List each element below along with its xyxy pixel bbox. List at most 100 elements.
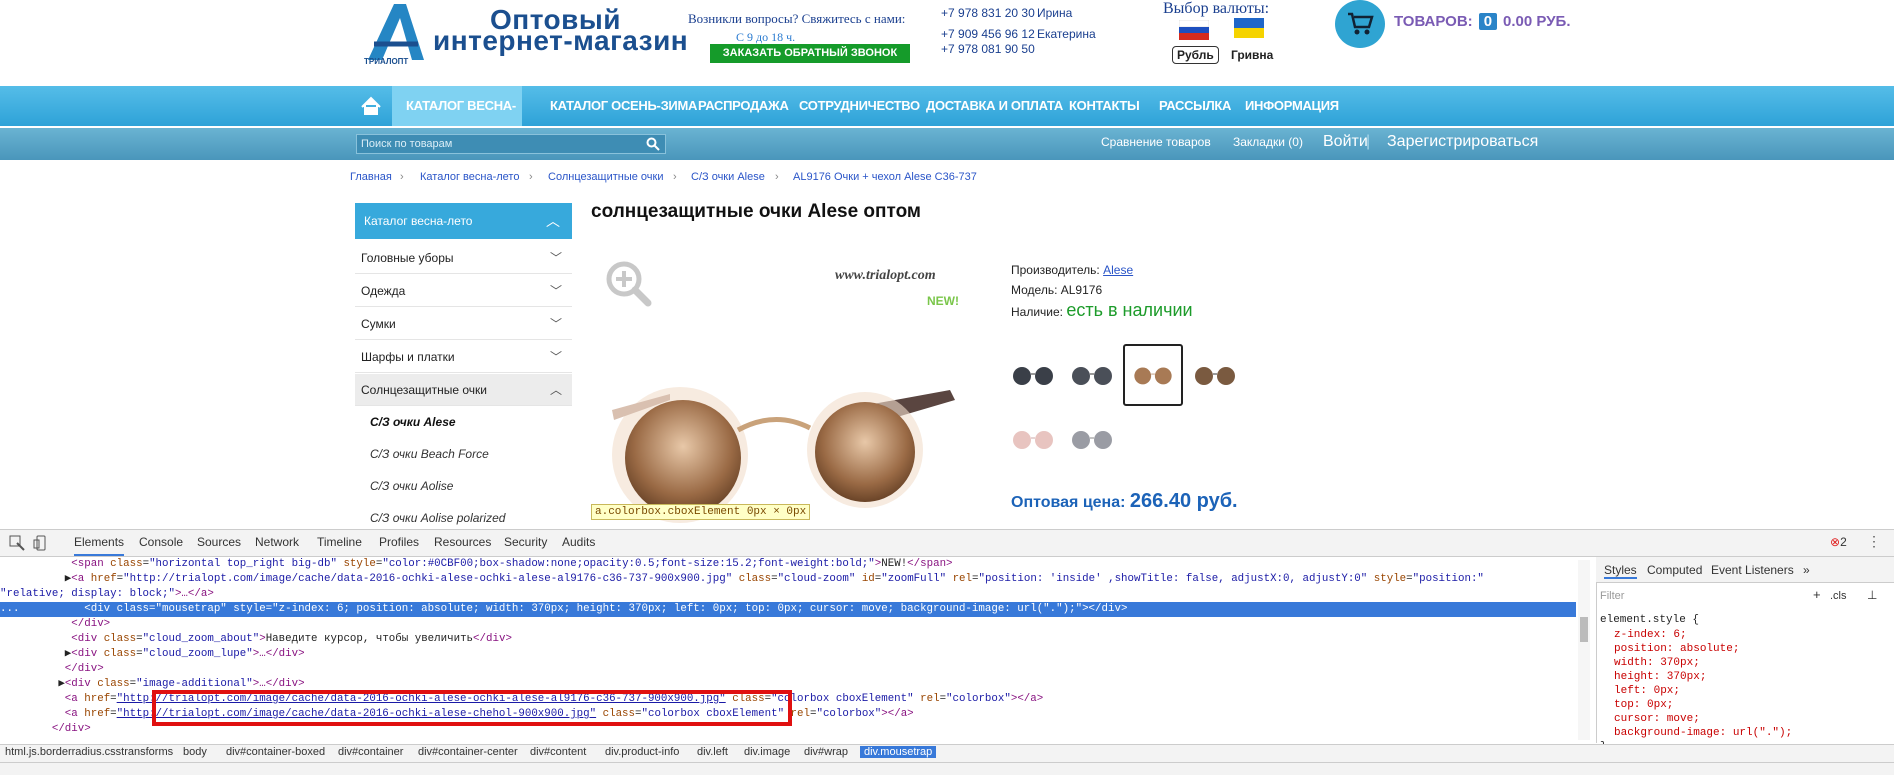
- dom-line[interactable]: </div>: [0, 662, 1576, 677]
- dom-line[interactable]: ▶<div class="cloud_zoom_lupe">…</div>: [0, 647, 1576, 662]
- dom-line-selected[interactable]: ... <div class="mousetrap" style="z-inde…: [0, 602, 1576, 617]
- dom-crumb-active[interactable]: div.mousetrap: [860, 746, 937, 758]
- dom-crumb[interactable]: html.js.borderradius.csstransforms: [5, 746, 173, 758]
- product-thumbnail[interactable]: [1005, 346, 1061, 404]
- product-thumbnail-selected[interactable]: [1123, 344, 1183, 406]
- product-thumbnail[interactable]: [1005, 410, 1061, 468]
- css-property[interactable]: z-index: 6;: [1614, 629, 1687, 641]
- compare-link[interactable]: Сравнение товаров: [1101, 135, 1211, 149]
- dom-crumb[interactable]: div.image: [744, 746, 790, 758]
- cls-button[interactable]: .cls: [1830, 590, 1847, 602]
- devtools-tab-security[interactable]: Security: [504, 535, 547, 549]
- zoom-icon[interactable]: [604, 259, 652, 307]
- sidebar-item-sunglasses[interactable]: Солнцезащитные очки ︿: [355, 374, 572, 406]
- devtools-tab-audits[interactable]: Audits: [562, 535, 595, 549]
- sidebar-item-hats[interactable]: Головные уборы ﹀: [355, 242, 572, 274]
- dom-crumb[interactable]: div#container: [338, 746, 403, 758]
- css-property[interactable]: left: 0px;: [1614, 685, 1680, 697]
- css-property[interactable]: cursor: move;: [1614, 713, 1700, 725]
- dom-crumb[interactable]: div#wrap: [804, 746, 848, 758]
- sidebar-item-clothes[interactable]: Одежда ﹀: [355, 275, 572, 307]
- sidebar-subitem[interactable]: С/З очки Alese: [370, 415, 456, 429]
- sidebar-subitem[interactable]: С/З очки Aolise: [370, 479, 453, 493]
- dom-crumb[interactable]: div#container-boxed: [226, 746, 325, 758]
- event-listeners-tab[interactable]: Event Listeners: [1711, 563, 1794, 577]
- login-link[interactable]: Войти: [1323, 133, 1368, 151]
- product-thumbnail[interactable]: [1064, 410, 1120, 468]
- devtools-tab-profiles[interactable]: Profiles: [379, 535, 419, 549]
- devtools-tab-network[interactable]: Network: [255, 535, 299, 549]
- dom-crumb[interactable]: div.left: [697, 746, 728, 758]
- dom-line[interactable]: ▶<a href="http://trialopt.com/image/cach…: [0, 572, 1576, 587]
- nav-newsletter[interactable]: РАССЫЛКА: [1159, 86, 1231, 126]
- dom-crumb[interactable]: div.product-info: [605, 746, 679, 758]
- currency-rub[interactable]: Рубль: [1172, 46, 1219, 64]
- nav-info[interactable]: ИНФОРМАЦИЯ: [1245, 86, 1339, 126]
- css-property[interactable]: top: 0px;: [1614, 699, 1673, 711]
- sidebar-subitem[interactable]: С/З очки Aolise polarized: [370, 511, 505, 525]
- search-input[interactable]: Поиск по товарам: [356, 134, 666, 154]
- sidebar-subitem[interactable]: С/З очки Beach Force: [370, 447, 489, 461]
- ukraine-flag-icon[interactable]: [1234, 18, 1264, 38]
- callback-button[interactable]: ЗАКАЗАТЬ ОБРАТНЫЙ ЗВОНОК: [710, 44, 910, 63]
- inspect-icon[interactable]: [9, 535, 25, 551]
- sidebar-item-scarves[interactable]: Шарфы и платки ﹀: [355, 341, 572, 373]
- dom-line[interactable]: </div>: [0, 617, 1576, 632]
- dom-crumb[interactable]: body: [183, 746, 207, 758]
- more-menu-icon[interactable]: ⋮: [1867, 533, 1881, 550]
- cart-summary[interactable]: ТОВАРОВ: 0 0.00 РУБ.: [1394, 13, 1570, 30]
- product-thumbnail[interactable]: [1187, 346, 1243, 404]
- more-tabs-icon[interactable]: »: [1803, 563, 1810, 577]
- dom-line[interactable]: <span class="horizontal top_right big-db…: [0, 557, 1576, 572]
- device-icon[interactable]: [33, 535, 49, 551]
- pin-icon[interactable]: ⊥: [1867, 588, 1877, 602]
- devtools-tab-sources[interactable]: Sources: [197, 535, 241, 549]
- filter-input[interactable]: Filter: [1600, 590, 1624, 602]
- dom-line[interactable]: <div class="cloud_zoom_about">Наведите к…: [0, 632, 1576, 647]
- scrollbar-thumb[interactable]: [1580, 617, 1588, 642]
- model-value: AL9176: [1060, 283, 1103, 297]
- breadcrumb-item[interactable]: Солнцезащитные очки: [548, 171, 663, 183]
- styles-tab[interactable]: Styles: [1604, 563, 1637, 579]
- nav-sale[interactable]: РАСПРОДАЖА: [698, 86, 789, 126]
- nav-catalog-spring[interactable]: КАТАЛОГ ВЕСНА-ЛЕТО: [392, 86, 522, 153]
- devtools-tab-timeline[interactable]: Timeline: [317, 535, 362, 549]
- phone-number: +7 978 081 90 50: [941, 42, 1035, 56]
- sidebar-item-bags[interactable]: Сумки ﹀: [355, 308, 572, 340]
- nav-contacts[interactable]: КОНТАКТЫ: [1069, 86, 1140, 126]
- computed-tab[interactable]: Computed: [1647, 563, 1702, 577]
- breadcrumb-item[interactable]: С/З очки Alese: [691, 171, 765, 183]
- dom-crumb[interactable]: div#container-center: [418, 746, 518, 758]
- nav-cooperation[interactable]: СОТРУДНИЧЕСТВО: [799, 86, 920, 126]
- error-counter[interactable]: ⊗2: [1830, 535, 1847, 549]
- product-thumbnail[interactable]: [1064, 346, 1120, 404]
- nav-catalog-autumn[interactable]: КАТАЛОГ ОСЕНЬ-ЗИМА: [550, 86, 697, 126]
- breadcrumb-item[interactable]: Каталог весна-лето: [420, 171, 519, 183]
- home-icon[interactable]: [353, 86, 389, 126]
- css-property[interactable]: width: 370px;: [1614, 657, 1700, 669]
- bookmarks-link[interactable]: Закладки (0): [1233, 135, 1303, 149]
- breadcrumb-item[interactable]: AL9176 Очки + чехол Alese C36-737: [793, 171, 977, 183]
- manufacturer-link[interactable]: Alese: [1103, 263, 1133, 277]
- scrollbar[interactable]: [1578, 560, 1590, 740]
- sidebar-header[interactable]: Каталог весна-лето ︿: [355, 203, 572, 239]
- css-property[interactable]: background-image: url(".");: [1614, 727, 1792, 739]
- russia-flag-icon[interactable]: [1179, 20, 1209, 40]
- register-link[interactable]: Зарегистрироваться: [1387, 133, 1538, 151]
- logo-subtitle: интернет-магазин: [433, 25, 689, 56]
- css-selector: element.style {: [1600, 614, 1700, 626]
- css-property[interactable]: height: 370px;: [1614, 671, 1706, 683]
- nav-delivery[interactable]: ДОСТАВКА И ОПЛАТА: [926, 86, 1063, 126]
- devtools-tab-resources[interactable]: Resources: [434, 535, 491, 549]
- currency-uah[interactable]: Гривна: [1231, 48, 1273, 62]
- dom-line[interactable]: "relative; display: block;">…</a>: [0, 587, 1576, 602]
- dom-crumb[interactable]: div#content: [530, 746, 586, 758]
- add-rule-icon[interactable]: +: [1813, 587, 1821, 602]
- devtools-tab-console[interactable]: Console: [139, 535, 183, 549]
- breadcrumb-item[interactable]: Главная: [350, 171, 392, 183]
- search-icon[interactable]: [646, 137, 660, 151]
- css-property[interactable]: position: absolute;: [1614, 643, 1739, 655]
- devtools-tab-elements[interactable]: Elements: [74, 535, 125, 556]
- cart-button[interactable]: [1335, 0, 1385, 48]
- cart-count: 0: [1478, 13, 1498, 30]
